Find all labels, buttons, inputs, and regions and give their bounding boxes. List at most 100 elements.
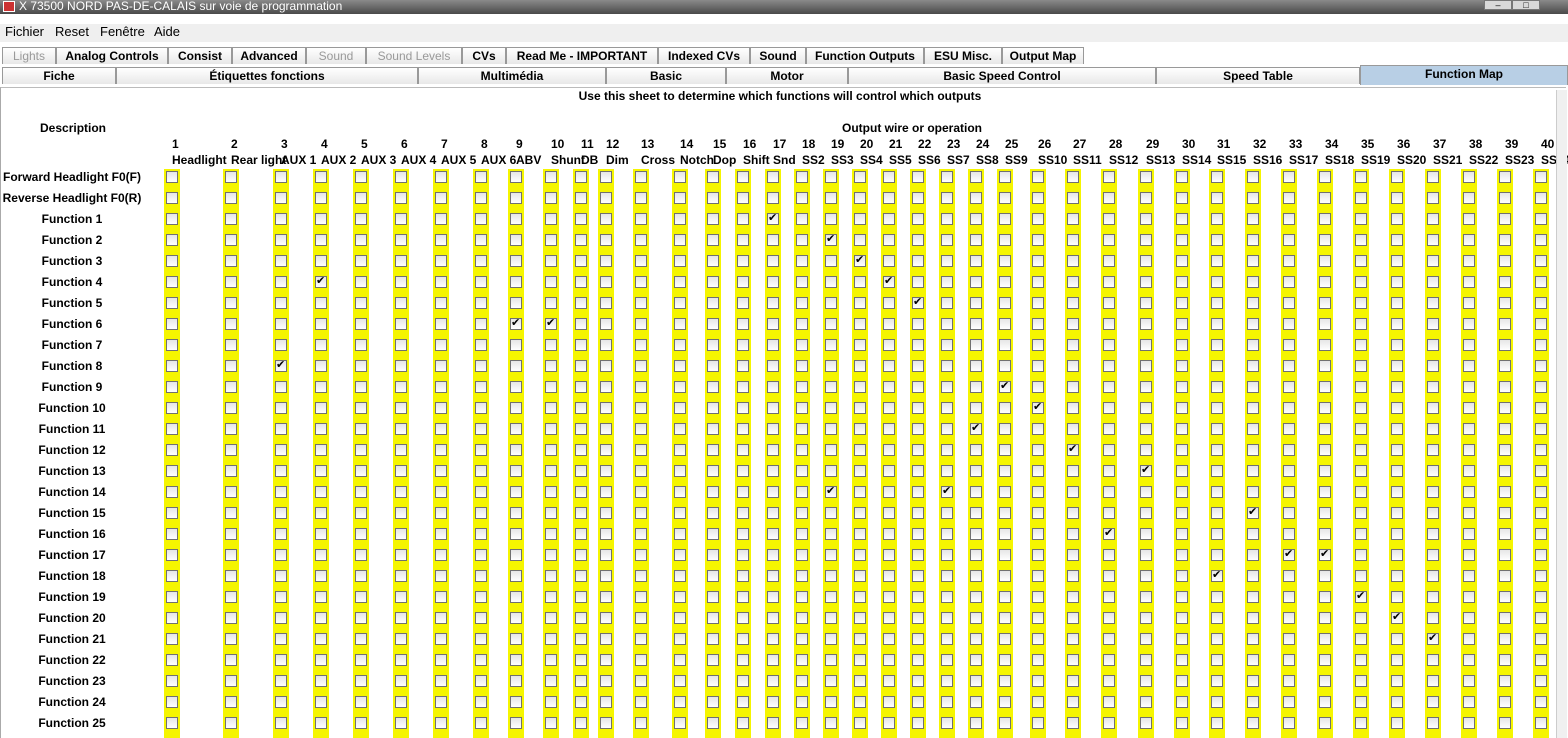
map-checkbox[interactable] xyxy=(635,297,647,309)
map-checkbox[interactable] xyxy=(475,675,487,687)
map-checkbox[interactable] xyxy=(1283,276,1295,288)
map-checkbox[interactable] xyxy=(767,612,779,624)
map-checkbox[interactable] xyxy=(225,234,237,246)
map-checkbox[interactable] xyxy=(796,297,808,309)
map-checkbox[interactable] xyxy=(275,234,287,246)
map-checkbox[interactable] xyxy=(941,339,953,351)
map-checkbox[interactable] xyxy=(912,549,924,561)
map-checkbox[interactable] xyxy=(1140,444,1152,456)
map-checkbox[interactable] xyxy=(1355,717,1367,729)
map-checkbox[interactable] xyxy=(395,717,407,729)
map-checkbox[interactable] xyxy=(767,423,779,435)
map-checkbox[interactable] xyxy=(166,633,178,645)
map-checkbox[interactable] xyxy=(999,234,1011,246)
map-checkbox[interactable] xyxy=(854,297,866,309)
map-checkbox[interactable] xyxy=(737,192,749,204)
tab-sound[interactable]: Sound xyxy=(750,47,806,64)
map-checkbox[interactable] xyxy=(1247,591,1259,603)
map-checkbox[interactable] xyxy=(510,423,522,435)
map-checkbox[interactable] xyxy=(545,276,557,288)
map-checkbox[interactable] xyxy=(1427,465,1439,477)
map-checkbox[interactable] xyxy=(315,507,327,519)
map-checkbox[interactable] xyxy=(1211,234,1223,246)
map-checkbox[interactable] xyxy=(1032,591,1044,603)
map-checkbox[interactable] xyxy=(395,507,407,519)
map-checkbox[interactable] xyxy=(912,717,924,729)
map-checkbox[interactable] xyxy=(767,171,779,183)
tab-sound-disabled[interactable]: Sound xyxy=(306,47,366,64)
map-checkbox[interactable] xyxy=(1067,633,1079,645)
map-checkbox[interactable] xyxy=(707,675,719,687)
map-checkbox[interactable] xyxy=(635,423,647,435)
map-checkbox[interactable] xyxy=(707,444,719,456)
map-checkbox[interactable] xyxy=(1463,549,1475,561)
maximize-button[interactable]: □ xyxy=(1512,0,1540,10)
map-checkbox[interactable] xyxy=(315,402,327,414)
map-checkbox[interactable] xyxy=(475,717,487,729)
map-checkbox[interactable] xyxy=(1463,654,1475,666)
map-checkbox[interactable] xyxy=(435,381,447,393)
map-checkbox[interactable] xyxy=(737,276,749,288)
map-checkbox[interactable] xyxy=(1319,192,1331,204)
map-checkbox[interactable] xyxy=(912,213,924,225)
tab-advanced[interactable]: Advanced xyxy=(232,47,306,64)
map-checkbox[interactable] xyxy=(674,402,686,414)
map-checkbox[interactable] xyxy=(1319,717,1331,729)
map-checkbox[interactable] xyxy=(395,339,407,351)
map-checkbox[interactable] xyxy=(1247,297,1259,309)
map-checkbox[interactable] xyxy=(275,570,287,582)
map-checkbox[interactable] xyxy=(1355,654,1367,666)
map-checkbox[interactable] xyxy=(166,276,178,288)
map-checkbox[interactable] xyxy=(796,612,808,624)
map-checkbox[interactable] xyxy=(707,612,719,624)
map-checkbox[interactable] xyxy=(435,444,447,456)
map-checkbox[interactable] xyxy=(707,507,719,519)
map-checkbox[interactable] xyxy=(767,696,779,708)
map-checkbox[interactable] xyxy=(1535,528,1547,540)
map-checkbox[interactable] xyxy=(767,591,779,603)
map-checkbox[interactable] xyxy=(912,402,924,414)
map-checkbox[interactable] xyxy=(1355,465,1367,477)
map-checkbox[interactable] xyxy=(475,486,487,498)
map-checkbox[interactable] xyxy=(475,423,487,435)
map-checkbox[interactable] xyxy=(912,654,924,666)
map-checkbox[interactable] xyxy=(1032,633,1044,645)
map-checkbox[interactable] xyxy=(1427,276,1439,288)
map-checkbox[interactable] xyxy=(1319,339,1331,351)
map-checkbox[interactable] xyxy=(737,360,749,372)
map-checkbox[interactable] xyxy=(1211,318,1223,330)
map-checkbox[interactable] xyxy=(941,318,953,330)
minimize-button[interactable]: – xyxy=(1484,0,1512,10)
map-checkbox[interactable] xyxy=(1103,297,1115,309)
map-checkbox[interactable] xyxy=(1535,612,1547,624)
map-checkbox[interactable] xyxy=(545,633,557,645)
map-checkbox[interactable] xyxy=(1103,213,1115,225)
map-checkbox[interactable] xyxy=(1283,591,1295,603)
map-checkbox[interactable] xyxy=(1391,675,1403,687)
map-checkbox[interactable] xyxy=(854,507,866,519)
tab-basic-speed-control[interactable]: Basic Speed Control xyxy=(848,67,1156,84)
map-checkbox[interactable] xyxy=(1319,465,1331,477)
map-checkbox[interactable] xyxy=(545,234,557,246)
map-checkbox[interactable] xyxy=(912,528,924,540)
map-checkbox[interactable] xyxy=(854,570,866,582)
map-checkbox[interactable] xyxy=(1535,276,1547,288)
map-checkbox[interactable] xyxy=(435,318,447,330)
map-checkbox[interactable] xyxy=(275,654,287,666)
map-checkbox[interactable] xyxy=(355,423,367,435)
map-checkbox[interactable] xyxy=(355,255,367,267)
map-checkbox[interactable] xyxy=(600,612,612,624)
tab-multimedia[interactable]: Multimédia xyxy=(418,67,606,84)
map-checkbox[interactable] xyxy=(435,675,447,687)
map-checkbox[interactable] xyxy=(1355,234,1367,246)
map-checkbox[interactable] xyxy=(970,591,982,603)
map-checkbox[interactable] xyxy=(1499,696,1511,708)
tab-cvs[interactable]: CVs xyxy=(462,47,506,64)
map-checkbox[interactable] xyxy=(575,528,587,540)
map-checkbox[interactable] xyxy=(1103,486,1115,498)
map-checkbox[interactable] xyxy=(1211,633,1223,645)
map-checkbox[interactable] xyxy=(1067,465,1079,477)
map-checkbox[interactable] xyxy=(1103,696,1115,708)
map-checkbox[interactable] xyxy=(999,654,1011,666)
map-checkbox[interactable] xyxy=(1427,696,1439,708)
